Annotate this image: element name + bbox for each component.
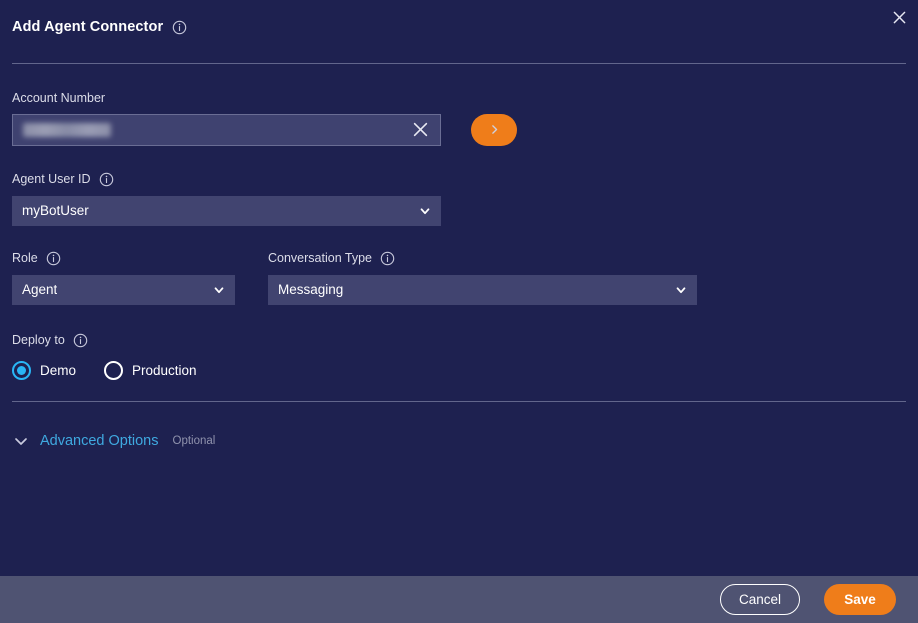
radio-option-production[interactable]: Production [104,360,197,380]
advanced-options-toggle[interactable]: Advanced Options Optional [12,432,906,450]
cancel-button[interactable]: Cancel [719,584,800,615]
save-button[interactable]: Save [824,584,896,615]
chevron-down-icon [12,432,30,450]
info-icon[interactable] [99,172,114,187]
conversation-type-label-row: Conversation Type [268,251,697,266]
agent-user-id-value: myBotUser [22,203,89,218]
role-value: Agent [22,282,58,297]
chevron-right-icon [488,123,501,136]
chevron-down-icon [212,283,226,297]
radio-production-indicator[interactable] [104,360,124,380]
info-icon[interactable] [380,251,395,266]
role-field: Role Agent [12,251,235,305]
info-icon[interactable] [73,333,88,348]
close-icon [412,121,430,138]
radio-option-demo[interactable]: Demo [12,360,77,380]
radio-demo-label: Demo [40,362,77,378]
account-number-value [23,122,111,137]
account-number-input[interactable] [12,113,441,146]
dialog-title-row: Add Agent Connector [12,0,906,35]
add-agent-connector-dialog: Add Agent Connector Account Number Agent… [0,0,918,623]
role-label-row: Role [12,251,235,266]
close-button[interactable] [886,4,912,30]
account-number-label: Account Number [12,91,106,105]
dialog-footer: Cancel Save [0,576,918,623]
conversation-type-field: Conversation Type Messaging [268,251,697,305]
deploy-to-radio-group: Demo Production [12,360,906,380]
deploy-to-field: Deploy to Demo Production [12,333,906,380]
dialog-body: Account Number Agent User ID myBotUser R… [0,64,918,576]
account-number-row [12,113,906,146]
close-icon [893,11,906,24]
advanced-options-optional-tag: Optional [172,434,216,447]
agent-user-id-label-row: Agent User ID [12,172,906,187]
section-divider [12,400,906,402]
role-conversation-row: Role Agent Conversation Type Messaging [12,251,906,305]
role-select[interactable]: Agent [12,274,235,305]
deploy-to-label-row: Deploy to [12,333,906,348]
chevron-down-icon [674,283,688,297]
role-label: Role [12,250,38,265]
dialog-header: Add Agent Connector [0,0,918,52]
conversation-type-select[interactable]: Messaging [268,274,697,305]
agent-user-id-select[interactable]: myBotUser [12,195,441,226]
advanced-options-label: Advanced Options [40,432,159,449]
agent-user-id-label: Agent User ID [12,171,91,186]
info-icon[interactable] [46,251,61,266]
account-number-submit-button[interactable] [471,113,517,146]
info-icon[interactable] [172,20,187,35]
deploy-to-label: Deploy to [12,332,65,347]
radio-demo-indicator[interactable] [12,360,31,380]
account-number-label-row: Account Number [12,92,906,105]
account-number-field: Account Number [12,92,906,146]
clear-account-number-button[interactable] [412,121,430,139]
agent-user-id-field: Agent User ID myBotUser [12,172,906,226]
conversation-type-value: Messaging [278,282,344,297]
radio-production-label: Production [132,362,197,378]
chevron-down-icon [418,204,432,218]
conversation-type-label: Conversation Type [268,250,372,265]
page-title: Add Agent Connector [12,19,164,36]
